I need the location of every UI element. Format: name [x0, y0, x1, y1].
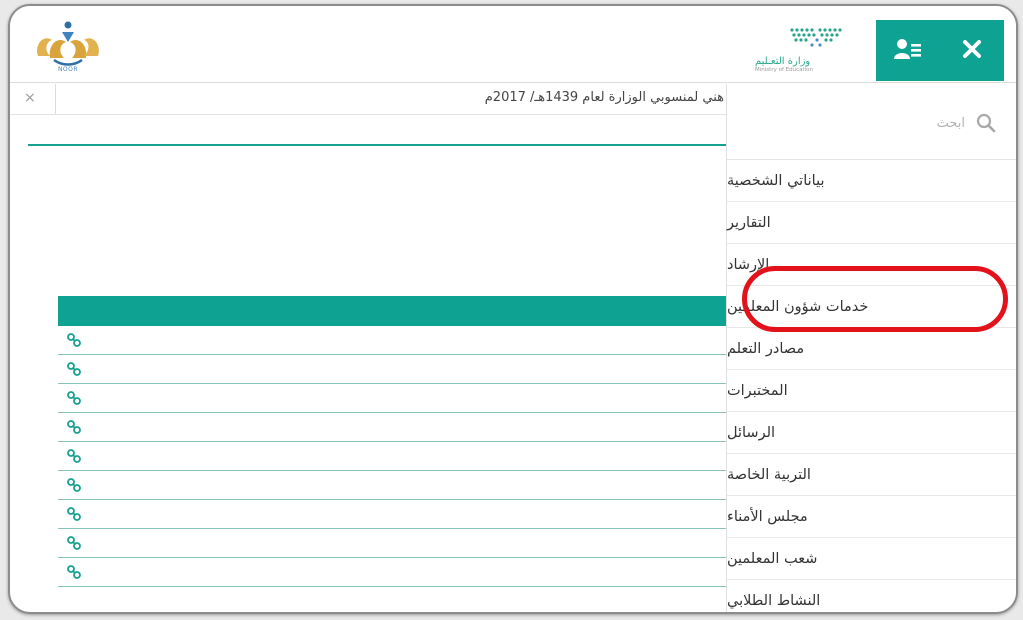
- divider: [28, 144, 726, 146]
- link-icon[interactable]: [67, 390, 81, 409]
- close-icon: [962, 39, 982, 63]
- table-row: [58, 529, 726, 558]
- sidebar-menu: ابحث بياناتي الشخصية التقارير الإرشاد خدمات…: [726, 84, 1016, 612]
- noor-logo-text: NOOR: [57, 66, 79, 73]
- ministry-logo: وزارة التعـليم Ministry of Education: [752, 24, 862, 73]
- close-menu-button[interactable]: [952, 31, 992, 71]
- noor-logo: NOOR: [32, 20, 104, 76]
- header-actions: [876, 20, 1004, 81]
- table-row: [58, 413, 726, 442]
- link-icon[interactable]: [67, 477, 81, 496]
- divider: [55, 84, 56, 114]
- sidebar-item[interactable]: مصادر التعلم: [727, 328, 1016, 370]
- link-icon[interactable]: [67, 332, 81, 351]
- sidebar-item[interactable]: الإرشاد: [727, 244, 1016, 286]
- sidebar-item[interactable]: الرسائل: [727, 412, 1016, 454]
- table-row: [58, 355, 726, 384]
- table-row: [58, 442, 726, 471]
- sidebar-item[interactable]: التربية الخاصة: [727, 454, 1016, 496]
- table-row: [58, 326, 726, 355]
- link-icon[interactable]: [67, 564, 81, 583]
- sidebar-item[interactable]: شعب المعلمين: [727, 538, 1016, 580]
- announcement-close-button[interactable]: ×: [24, 90, 36, 106]
- search-box[interactable]: ابحث: [727, 84, 1016, 160]
- table-row: [58, 500, 726, 529]
- ministry-name-ar: وزارة التعـليم: [755, 56, 811, 67]
- app-window: NOOR وزارة التعـليم Ministry of Educatio…: [8, 4, 1018, 614]
- announcement-text: هني لمنسوبي الوزارة لعام 1439هـ/ 2017م: [484, 90, 724, 105]
- user-list-icon: [894, 38, 922, 64]
- sidebar-menu-list: بياناتي الشخصية التقارير الإرشاد خدمات شؤون…: [727, 160, 1016, 612]
- table-row: [58, 558, 726, 587]
- search-input[interactable]: ابحث: [937, 116, 965, 131]
- table-row: [58, 471, 726, 500]
- search-icon: [976, 113, 996, 137]
- announcement-bar: × هني لمنسوبي الوزارة لعام 1439هـ/ 2017م: [10, 84, 726, 115]
- ministry-name-en: Ministry of Education: [755, 67, 814, 73]
- user-list-button[interactable]: [888, 31, 928, 71]
- sidebar-item[interactable]: مجلس الأمناء: [727, 496, 1016, 538]
- link-icon[interactable]: [67, 361, 81, 380]
- sidebar-item[interactable]: المختبرات: [727, 370, 1016, 412]
- links-table: [58, 296, 726, 587]
- table-header: [58, 296, 726, 326]
- link-icon[interactable]: [67, 535, 81, 554]
- link-icon[interactable]: [67, 506, 81, 525]
- header: NOOR وزارة التعـليم Ministry of Educatio…: [10, 6, 1016, 83]
- sidebar-item[interactable]: التقارير: [727, 202, 1016, 244]
- sidebar-item[interactable]: خدمات شؤون المعلمين: [727, 286, 1016, 328]
- link-icon[interactable]: [67, 419, 81, 438]
- table-row: [58, 384, 726, 413]
- sidebar-item[interactable]: النشاط الطلابي: [727, 580, 1016, 612]
- sidebar-item[interactable]: بياناتي الشخصية: [727, 160, 1016, 202]
- link-icon[interactable]: [67, 448, 81, 467]
